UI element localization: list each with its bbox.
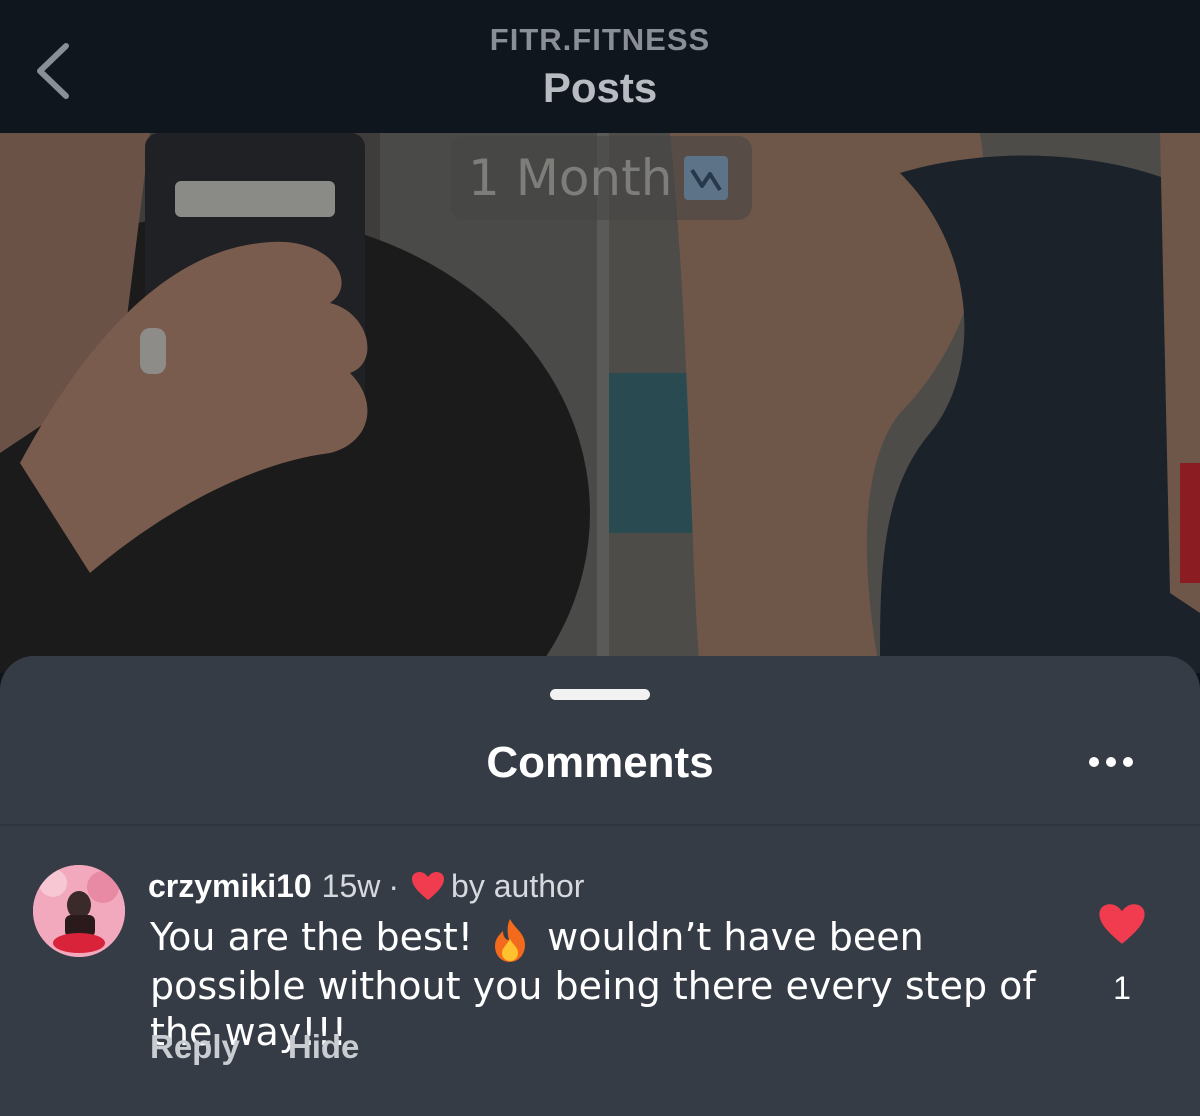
comment-timestamp: 15w [321,867,381,904]
progress-label: 1 Month [468,149,673,207]
divider [0,824,1200,826]
reply-button[interactable]: Reply [150,1028,240,1066]
comment-meta: crzymiki10 15w · by author [148,866,584,906]
comment-username[interactable]: crzymiki10 [148,868,312,905]
heart-filled-icon [1099,904,1145,944]
like-button[interactable] [1098,902,1146,946]
chart-icon [684,156,729,200]
page-title: Posts [542,64,658,111]
progress-label-tag: 1 Month [450,136,752,220]
more-icon-dot [1123,757,1133,767]
meta-separator: · [388,867,400,904]
drag-handle[interactable] [550,689,650,700]
heart-icon [411,871,445,901]
avatar[interactable] [33,865,125,957]
more-icon-dot [1106,757,1116,767]
post-image[interactable]: 1 Month [0,133,1200,673]
comment-actions: Reply Hide [150,1028,359,1066]
fire-emoji-icon [489,917,531,963]
top-nav-bar: FITR.FITNESS Posts [0,0,1200,133]
comment-text-part1: You are the best! [150,915,473,959]
hide-button[interactable]: Hide [288,1028,360,1066]
comments-title: Comments [486,738,714,787]
liked-by-author-label: by author [451,867,585,904]
more-icon [1089,757,1099,767]
comments-sheet: Comments crzymiki10 15w · by author You … [0,656,1200,1116]
more-options-button[interactable] [1083,749,1139,775]
like-count: 1 [1113,970,1131,1006]
account-name: FITR.FITNESS [489,22,711,57]
